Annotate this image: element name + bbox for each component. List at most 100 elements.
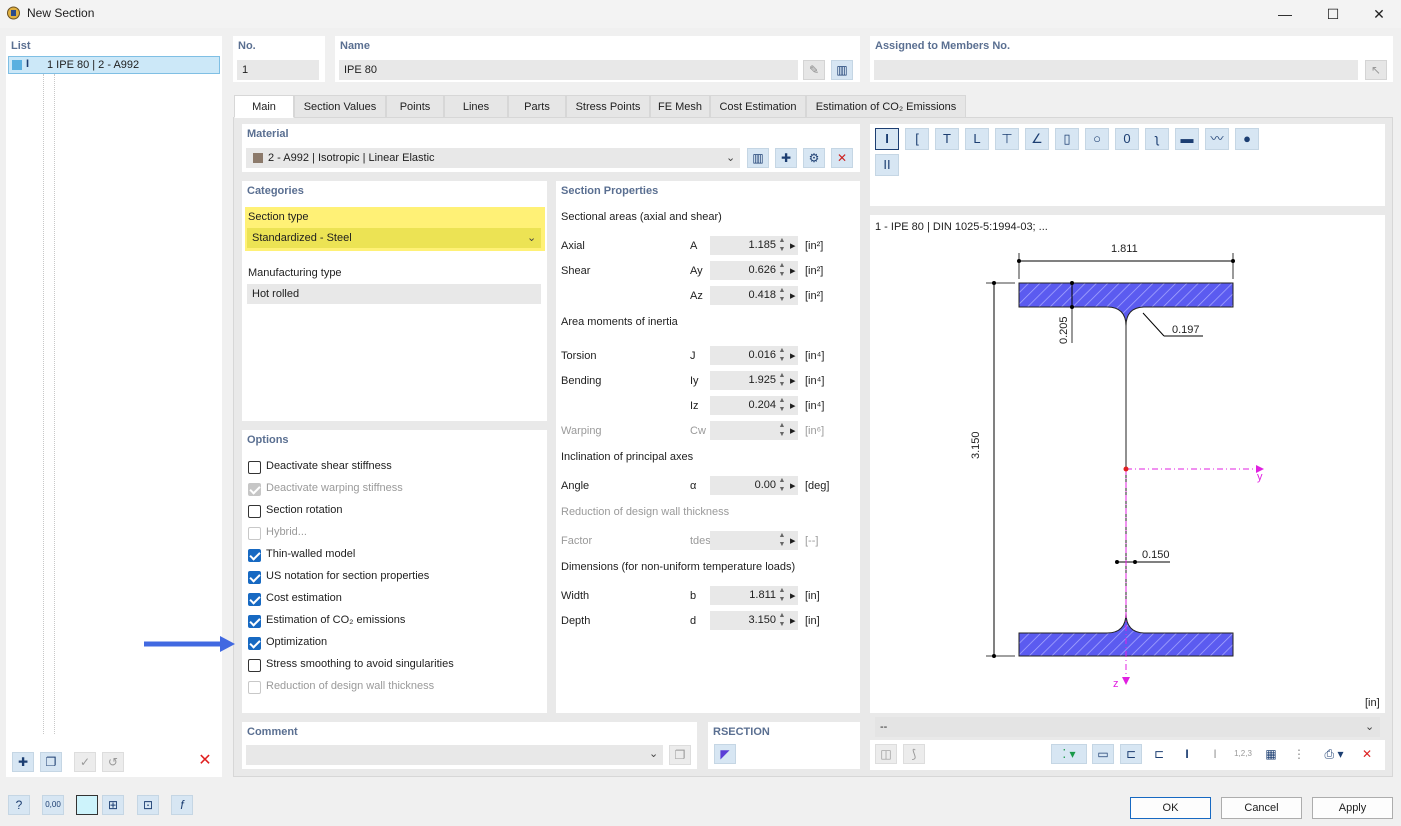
ok-button[interactable]: OK [1130,797,1211,819]
comment-field[interactable] [246,745,663,765]
comment-library-icon[interactable]: ❐ [669,745,691,765]
edit-name-icon[interactable]: ✎ [803,60,825,80]
maximize-button[interactable]: ☐ [1318,3,1348,25]
chevron-right-icon[interactable]: ▸ [790,479,796,492]
tee-shape-icon[interactable]: ⊤ [995,128,1019,150]
chevron-right-icon[interactable]: ▸ [790,349,796,362]
sheet-pile-icon[interactable]: 〰 [1205,128,1229,150]
minimize-button[interactable]: — [1270,3,1300,25]
i-shape-icon[interactable]: I [875,128,899,150]
option-checkbox[interactable] [248,659,261,672]
spinner-icon[interactable]: ▲ ▼ [777,531,787,550]
points-display-icon[interactable]: ⁚ ▾ [1051,744,1087,764]
chevron-right-icon[interactable]: ▸ [790,589,796,602]
z-shape-icon[interactable]: ʅ [1145,128,1169,150]
tab-fe-mesh[interactable]: FE Mesh [650,95,710,118]
spinner-icon[interactable]: ▲ ▼ [777,346,787,365]
print-icon[interactable]: ⎙ ▾ [1316,744,1352,764]
chevron-right-icon[interactable]: ▸ [790,239,796,252]
close-window-button[interactable]: ✕ [1364,3,1394,25]
tab-cost-estimation[interactable]: Cost Estimation [710,95,806,118]
option-checkbox[interactable] [248,483,261,496]
tab-stress-points[interactable]: Stress Points [566,95,650,118]
rsection-icon[interactable]: ◤ [714,744,736,764]
tab-co2-emissions[interactable]: Estimation of CO₂ Emissions [806,95,966,118]
spinner-icon[interactable]: ▲ ▼ [777,586,787,605]
delete-material-icon[interactable]: ✕ [831,148,853,168]
round-icon[interactable]: 0 [1115,128,1139,150]
pick-members-icon[interactable]: ↖ [1365,60,1387,80]
option-checkbox[interactable] [248,615,261,628]
spinner-icon[interactable]: ▲ ▼ [777,286,787,305]
spinner-icon[interactable]: ▲ ▼ [777,396,787,415]
section-outline-icon[interactable]: I [1176,744,1198,764]
view-settings-icon[interactable]: ⊡ [137,795,159,815]
option-checkbox[interactable] [248,549,261,562]
stress-points-icon[interactable]: ⊏ [1148,744,1170,764]
option-checkbox[interactable] [248,637,261,650]
option-checkbox[interactable] [248,593,261,606]
spinner-icon[interactable]: ▲ ▼ [777,476,787,495]
chevron-right-icon[interactable]: ▸ [790,534,796,547]
numbering-icon[interactable]: 1,2,3 [1232,744,1254,764]
circle-hollow-icon[interactable]: ○ [1085,128,1109,150]
cog-icon[interactable]: ⊏ [1120,744,1142,764]
built-up-shape-icon[interactable]: II [875,154,899,176]
color-icon[interactable] [76,795,98,815]
delete-icon[interactable]: ✕ [194,752,216,772]
section-type-select[interactable]: Standardized - Steel ⌄ [247,228,541,248]
bracket-icon[interactable]: ⟆ [903,744,925,764]
spinner-icon[interactable]: ▲ ▼ [777,611,787,630]
material-select[interactable]: 2 - A992 | Isotropic | Linear Elastic ⌄ [246,148,740,168]
option-checkbox[interactable] [248,505,261,518]
uncheck-all-icon[interactable]: ↺ [102,752,124,772]
library-icon[interactable]: ▥ [831,60,853,80]
chevron-right-icon[interactable]: ▸ [790,289,796,302]
display-settings-icon[interactable]: ⊞ [102,795,124,815]
rail-shape-icon[interactable]: ▬ [1175,128,1199,150]
reset-view-icon[interactable]: ✕ [1356,744,1378,764]
new-material-icon[interactable]: ✚ [775,148,797,168]
option-checkbox[interactable] [248,527,261,540]
help-icon[interactable]: ? [8,795,30,815]
spinner-icon[interactable]: ▲ ▼ [777,236,787,255]
tab-parts[interactable]: Parts [508,95,566,118]
list-view-icon[interactable]: ⋮ [1288,744,1310,764]
preview-dropdown[interactable]: -- ⌄ [875,717,1380,737]
channel-shape-icon[interactable]: [ [905,128,929,150]
dimensions-icon[interactable]: ▭ [1092,744,1114,764]
chevron-right-icon[interactable]: ▸ [790,614,796,627]
list-item[interactable]: I 1 IPE 80 | 2 - A992 [8,56,220,74]
tab-section-values[interactable]: Section Values [294,95,386,118]
spinner-icon[interactable]: ▲ ▼ [777,261,787,280]
section-outline-gray-icon[interactable]: I [1204,744,1226,764]
angle-skew-icon[interactable]: ∠ [1025,128,1049,150]
check-all-icon[interactable]: ✓ [74,752,96,772]
t-shape-icon[interactable]: T [935,128,959,150]
cancel-button[interactable]: Cancel [1221,797,1302,819]
option-checkbox[interactable] [248,681,261,694]
chevron-right-icon[interactable]: ▸ [790,399,796,412]
spinner-icon[interactable]: ▲ ▼ [777,421,787,440]
name-field[interactable]: IPE 80 [339,60,798,80]
spinner-icon[interactable]: ▲ ▼ [777,371,787,390]
tab-main[interactable]: Main [234,95,294,118]
formula-icon[interactable]: f [171,795,193,815]
assigned-field[interactable] [874,60,1358,80]
chevron-right-icon[interactable]: ▸ [790,264,796,277]
no-field[interactable]: 1 [237,60,319,80]
view-icon[interactable]: ◫ [875,744,897,764]
units-icon[interactable]: 0,00 [42,795,64,815]
person-shape-icon[interactable]: ● [1235,128,1259,150]
angle-shape-icon[interactable]: L [965,128,989,150]
chevron-right-icon[interactable]: ▸ [790,374,796,387]
tab-lines[interactable]: Lines [444,95,508,118]
new-section-icon[interactable]: ✚ [12,752,34,772]
option-checkbox[interactable] [248,461,261,474]
material-library-icon[interactable]: ▥ [747,148,769,168]
chevron-right-icon[interactable]: ▸ [790,424,796,437]
edit-material-icon[interactable]: ⚙ [803,148,825,168]
apply-button[interactable]: Apply [1312,797,1393,819]
tab-points[interactable]: Points [386,95,444,118]
grid-icon[interactable]: ▦ [1260,744,1282,764]
